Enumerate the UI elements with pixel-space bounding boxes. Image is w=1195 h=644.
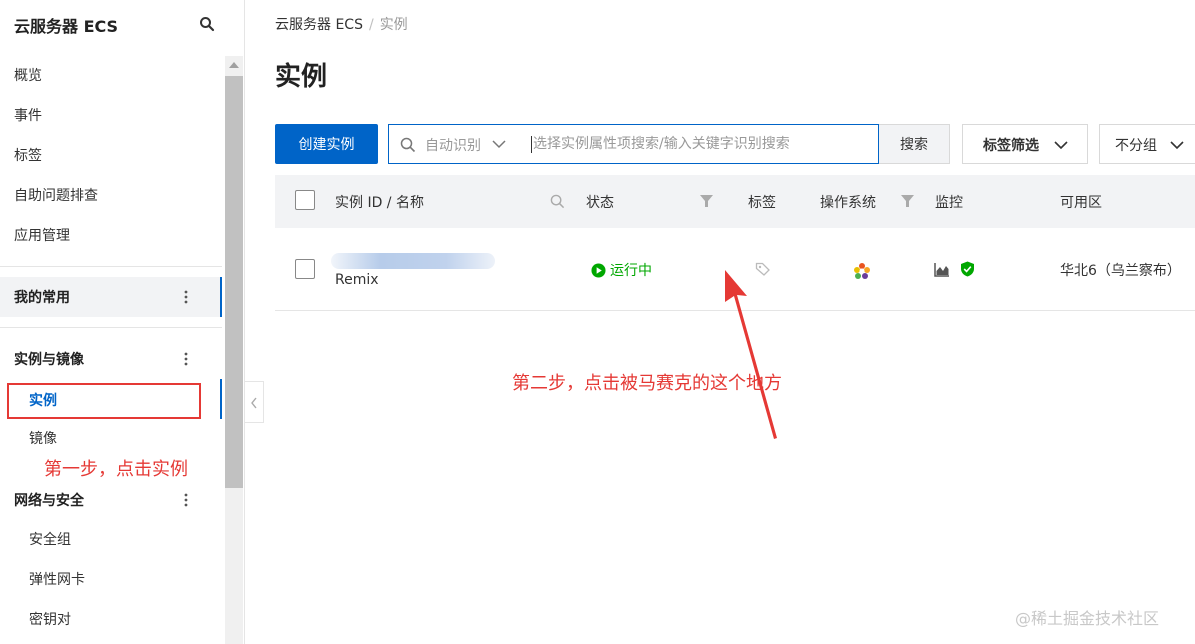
monitor-chart-icon[interactable] (934, 262, 950, 277)
sidebar-item-images[interactable]: 镜像 (29, 429, 57, 449)
group-select-label: 不分组 (1115, 138, 1157, 154)
select-all-checkbox[interactable] (295, 190, 315, 210)
sidebar-divider (0, 327, 222, 328)
search-input[interactable] (533, 133, 873, 155)
security-shield-icon[interactable] (960, 261, 975, 277)
instance-id-link-blurred[interactable] (331, 253, 495, 269)
sidebar-item-tags[interactable]: 标签 (14, 146, 42, 166)
sidebar-collapse-button[interactable] (245, 381, 264, 423)
breadcrumb-separator: / (368, 17, 374, 33)
sidebar-group-network[interactable]: 网络与安全 (0, 480, 222, 520)
chevron-down-icon (1170, 141, 1184, 150)
sidebar-group-favorites[interactable]: 我的常用 (0, 277, 222, 317)
filter-icon[interactable] (901, 195, 914, 208)
zone-text: 华北6（乌兰察布） (1060, 263, 1181, 279)
page-title: 实例 (275, 62, 328, 92)
sidebar-group-label: 实例与镜像 (14, 352, 84, 368)
search-icon (400, 137, 416, 153)
chevron-down-icon (1054, 141, 1068, 150)
scroll-up-arrow-icon[interactable] (229, 62, 239, 68)
more-vertical-icon[interactable] (183, 289, 189, 305)
status-text: 运行中 (610, 263, 652, 279)
search-icon[interactable] (199, 16, 215, 32)
tag-filter-button[interactable]: 标签筛选 (962, 124, 1088, 164)
sidebar-group-label: 网络与安全 (14, 493, 84, 509)
annotation-arrow (725, 270, 777, 439)
sidebar-title: 云服务器 ECS (14, 17, 119, 36)
os-logo-icon (854, 263, 870, 279)
sidebar-nav: 概览 事件 标签 自助问题排查 应用管理 我的常用 实例与镜像 实例 镜像 网络… (0, 56, 222, 644)
annotation-step2: 第二步，点击被马赛克的这个地方 (512, 373, 782, 394)
search-box[interactable]: 自动识别 (388, 124, 879, 164)
more-vertical-icon[interactable] (183, 492, 189, 508)
more-vertical-icon[interactable] (183, 351, 189, 367)
tag-filter-label: 标签筛选 (983, 138, 1039, 154)
chevron-left-icon (251, 397, 257, 409)
table-header: 实例 ID / 名称 状态 标签 操作系统 监控 可用区 (275, 175, 1195, 228)
main-content: 云服务器 ECS / 实例 实例 创建实例 自动识别 搜索 标签筛选 不分组 实例 … (275, 0, 1195, 644)
create-instance-button[interactable]: 创建实例 (275, 124, 378, 164)
group-select[interactable]: 不分组 (1099, 124, 1195, 164)
sidebar: 云服务器 ECS 概览 事件 标签 自助问题排查 应用管理 我的常用 实例与镜像… (0, 0, 245, 644)
filter-icon[interactable] (700, 195, 713, 208)
sidebar-item-events[interactable]: 事件 (14, 106, 42, 126)
annotation-highlight-box (7, 383, 201, 419)
instance-name: Remix (335, 272, 379, 288)
breadcrumb: 云服务器 ECS / 实例 (275, 14, 408, 34)
breadcrumb-root[interactable]: 云服务器 ECS (275, 17, 363, 33)
play-circle-icon (591, 263, 606, 278)
column-header-monitor: 监控 (935, 195, 963, 211)
sidebar-item-app-mgmt[interactable]: 应用管理 (14, 226, 70, 246)
sidebar-item-overview[interactable]: 概览 (14, 66, 42, 86)
text-caret (531, 136, 532, 153)
sidebar-divider (0, 266, 222, 267)
watermark: @稀土掘金技术社区 (1015, 609, 1160, 628)
sidebar-header: 云服务器 ECS (0, 0, 244, 50)
annotation-step1: 第一步，点击实例 (44, 459, 188, 480)
active-indicator (220, 379, 222, 419)
column-header-os: 操作系统 (820, 195, 876, 211)
breadcrumb-current: 实例 (379, 17, 408, 33)
chevron-down-icon[interactable] (492, 139, 506, 149)
sidebar-item-security-group[interactable]: 安全组 (29, 530, 71, 550)
sidebar-item-troubleshoot[interactable]: 自助问题排查 (14, 186, 98, 206)
sidebar-scrollbar-thumb[interactable] (225, 76, 243, 488)
status-badge: 运行中 (591, 260, 652, 280)
column-search-icon[interactable] (550, 194, 565, 209)
column-header-id-name: 实例 ID / 名称 (335, 195, 424, 211)
search-mode-select[interactable]: 自动识别 (425, 135, 481, 155)
row-checkbox[interactable] (295, 259, 315, 279)
column-header-status: 状态 (586, 195, 614, 211)
sidebar-item-eni[interactable]: 弹性网卡 (29, 570, 85, 590)
sidebar-item-keypair[interactable]: 密钥对 (29, 610, 71, 630)
column-header-tags: 标签 (748, 195, 776, 211)
search-button[interactable]: 搜索 (879, 124, 950, 164)
column-header-zone: 可用区 (1060, 195, 1102, 211)
sidebar-group-label: 我的常用 (14, 290, 70, 306)
sidebar-group-instances[interactable]: 实例与镜像 (0, 339, 222, 379)
